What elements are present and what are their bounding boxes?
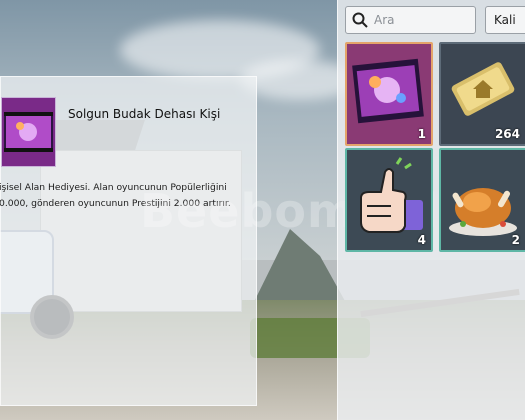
search-icon: [352, 12, 368, 28]
item-title: Solgun Budak Dehası Kişi: [68, 107, 221, 121]
inventory-slot-film-gift[interactable]: 1: [345, 42, 433, 146]
item-thumbnail: [1, 97, 56, 167]
search-placeholder: Ara: [374, 13, 395, 27]
item-count: 1: [417, 127, 426, 141]
inventory-slot-thumbs-up[interactable]: 4: [345, 148, 433, 252]
item-info-panel: Solgun Budak Dehası Kişi işisel Alan Hed…: [0, 76, 257, 406]
item-count: 4: [417, 233, 426, 247]
search-input[interactable]: Ara: [345, 6, 476, 34]
category-button[interactable]: Kali: [485, 6, 525, 34]
item-count: 2: [511, 233, 520, 247]
inventory-slot-roast-chicken[interactable]: 2: [439, 148, 525, 252]
film-gift-icon: [4, 112, 53, 152]
inventory-slot-house-ticket[interactable]: 264: [439, 42, 525, 146]
item-count: 264: [494, 127, 520, 141]
